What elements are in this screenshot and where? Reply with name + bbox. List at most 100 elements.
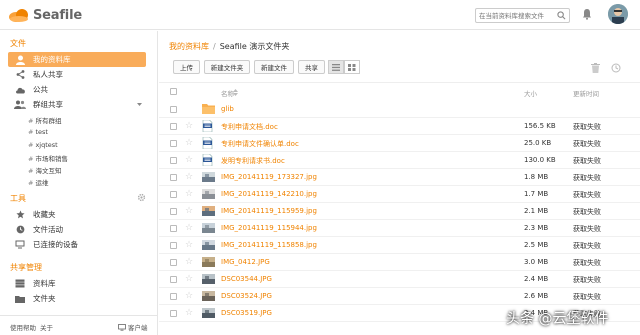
folder-icon xyxy=(202,103,215,115)
help-link[interactable]: 使用帮助 xyxy=(10,322,36,332)
sidebar: 文件 我的资料库 私人共享 公共 群组共享 # 所有群组 # test # xjqte… xyxy=(0,31,158,335)
file-name-link[interactable]: 专利申请文件确认单.doc xyxy=(221,139,299,149)
table-row[interactable]: ☆ DSC03544.JPG 2.4 MB 获取失败 xyxy=(159,271,640,288)
row-checkbox[interactable] xyxy=(170,310,177,317)
sidebar-item-group-share[interactable]: 群组共享 xyxy=(8,97,146,112)
search-box[interactable] xyxy=(475,8,570,23)
table-row[interactable]: ☆ IMG_20141119_115959.jpg 2.1 MB 获取失败 xyxy=(159,203,640,220)
file-name-link[interactable]: DSC03544.JPG xyxy=(221,275,272,283)
file-name-link[interactable]: IMG_20141119_142210.jpg xyxy=(221,190,317,198)
star-icon[interactable]: ☆ xyxy=(185,291,193,301)
sidebar-item-favorites[interactable]: 收藏夹 xyxy=(8,207,146,222)
file-name-link[interactable]: IMG_20141119_115858.jpg xyxy=(221,241,317,249)
table-row[interactable]: ☆ IMG_0412.JPG 3.0 MB 获取失败 xyxy=(159,254,640,271)
about-link[interactable]: 关于 xyxy=(40,322,53,332)
star-icon[interactable]: ☆ xyxy=(185,189,193,199)
group-item[interactable]: # test xyxy=(28,128,48,136)
select-all-checkbox[interactable] xyxy=(170,88,177,95)
group-item[interactable]: # 海文互知 xyxy=(28,165,61,175)
star-icon[interactable]: ☆ xyxy=(185,121,193,131)
row-checkbox[interactable] xyxy=(170,174,177,181)
table-row[interactable]: ☆ 专利申请文档.doc 156.5 KB 获取失败 xyxy=(159,118,640,135)
group-item[interactable]: # 运维 xyxy=(28,177,48,187)
star-icon[interactable]: ☆ xyxy=(185,223,193,233)
row-checkbox[interactable] xyxy=(170,191,177,198)
group-item[interactable]: # 所有群组 xyxy=(28,115,61,125)
table-row[interactable]: ☆ IMG_20141119_115944.jpg 2.3 MB 获取失败 xyxy=(159,220,640,237)
share-button[interactable]: 共享 xyxy=(298,60,325,74)
history-icon[interactable] xyxy=(611,63,621,73)
row-checkbox[interactable] xyxy=(170,225,177,232)
table-row[interactable]: ☆ IMG_20141119_142210.jpg 1.7 MB 获取失败 xyxy=(159,186,640,203)
star-icon[interactable]: ☆ xyxy=(185,206,193,216)
sidebar-item-my-libraries[interactable]: 我的资料库 xyxy=(8,52,146,67)
row-checkbox[interactable] xyxy=(170,208,177,215)
row-checkbox[interactable] xyxy=(170,293,177,300)
monitor-icon xyxy=(14,240,26,250)
star-icon[interactable]: ☆ xyxy=(185,274,193,284)
logo-text: Seafile xyxy=(33,7,82,23)
sidebar-footer: 使用帮助 关于 客户端 xyxy=(0,315,157,335)
file-name-link[interactable]: IMG_20141119_115944.jpg xyxy=(221,224,317,232)
new-folder-button[interactable]: 新建文件夹 xyxy=(204,60,250,74)
star-icon[interactable]: ☆ xyxy=(185,172,193,182)
trash-icon[interactable] xyxy=(591,63,600,73)
search-input[interactable] xyxy=(476,9,554,22)
file-modified: 获取失败 xyxy=(573,293,601,301)
star-icon[interactable]: ☆ xyxy=(185,308,193,318)
avatar[interactable] xyxy=(608,4,628,24)
table-row[interactable]: ☆ DSC03524.JPG 2.6 MB 获取失败 xyxy=(159,288,640,305)
search-icon[interactable] xyxy=(557,11,566,20)
column-modified[interactable]: 更新时间 xyxy=(573,88,599,98)
file-name-link[interactable]: IMG_20141119_173327.jpg xyxy=(221,173,317,181)
row-checkbox[interactable] xyxy=(170,157,177,164)
list-view-button[interactable] xyxy=(328,60,344,74)
row-checkbox[interactable] xyxy=(170,242,177,249)
breadcrumb-root[interactable]: 我的资料库 xyxy=(169,42,209,51)
gear-icon[interactable] xyxy=(137,193,146,202)
file-name-link[interactable]: DSC03519.JPG xyxy=(221,309,272,317)
group-item[interactable]: # xjqtest xyxy=(28,141,58,149)
sidebar-item-private-share[interactable]: 私人共享 xyxy=(8,67,146,82)
sidebar-item-devices[interactable]: 已连接的设备 xyxy=(8,237,146,252)
table-row[interactable]: ☆ 专利申请文件确认单.doc 25.0 KB 获取失败 xyxy=(159,135,640,152)
upload-button[interactable]: 上传 xyxy=(173,60,200,74)
row-checkbox[interactable] xyxy=(170,123,177,130)
sidebar-item-activity[interactable]: 文件活动 xyxy=(8,222,146,237)
star-icon[interactable]: ☆ xyxy=(185,138,193,148)
client-link[interactable]: 客户端 xyxy=(118,322,148,332)
star-icon[interactable]: ☆ xyxy=(185,257,193,267)
file-name-link[interactable]: 发明专利请求书.doc xyxy=(221,156,285,166)
seafile-logo[interactable]: Seafile xyxy=(8,6,82,24)
new-file-button[interactable]: 新建文件 xyxy=(254,60,294,74)
table-row[interactable]: ☆ IMG_20141119_173327.jpg 1.8 MB 获取失败 xyxy=(159,169,640,186)
file-name-link[interactable]: DSC03524.JPG xyxy=(221,292,272,300)
row-checkbox[interactable] xyxy=(170,106,177,113)
sidebar-item-libraries[interactable]: 资料库 xyxy=(8,276,146,291)
row-checkbox[interactable] xyxy=(170,140,177,147)
chevron-down-icon[interactable] xyxy=(137,103,142,107)
image-thumbnail xyxy=(202,222,215,234)
sidebar-item-label: 已连接的设备 xyxy=(33,240,78,249)
file-modified: 获取失败 xyxy=(573,191,601,199)
sidebar-item-public[interactable]: 公共 xyxy=(8,82,146,97)
row-checkbox[interactable] xyxy=(170,259,177,266)
star-icon[interactable]: ☆ xyxy=(185,155,193,165)
row-checkbox[interactable] xyxy=(170,276,177,283)
column-size[interactable]: 大小 xyxy=(524,88,537,98)
breadcrumb-current: Seafile 演示文件夹 xyxy=(219,42,290,51)
table-row[interactable]: glib xyxy=(159,101,640,118)
table-row[interactable]: ☆ 发明专利请求书.doc 130.0 KB 获取失败 xyxy=(159,152,640,169)
file-name-link[interactable]: glib xyxy=(221,105,234,113)
file-name-link[interactable]: IMG_0412.JPG xyxy=(221,258,270,266)
group-item[interactable]: # 市场和销售 xyxy=(28,153,68,163)
file-name-link[interactable]: IMG_20141119_115959.jpg xyxy=(221,207,317,215)
sort-icon[interactable] xyxy=(233,89,238,96)
file-name-link[interactable]: 专利申请文档.doc xyxy=(221,122,278,132)
bell-icon[interactable] xyxy=(582,8,592,20)
table-row[interactable]: ☆ IMG_20141119_115858.jpg 2.5 MB 获取失败 xyxy=(159,237,640,254)
share-icon xyxy=(14,70,26,80)
star-icon[interactable]: ☆ xyxy=(185,240,193,250)
sidebar-item-folders[interactable]: 文件夹 xyxy=(8,291,146,306)
grid-view-button[interactable] xyxy=(344,60,360,74)
